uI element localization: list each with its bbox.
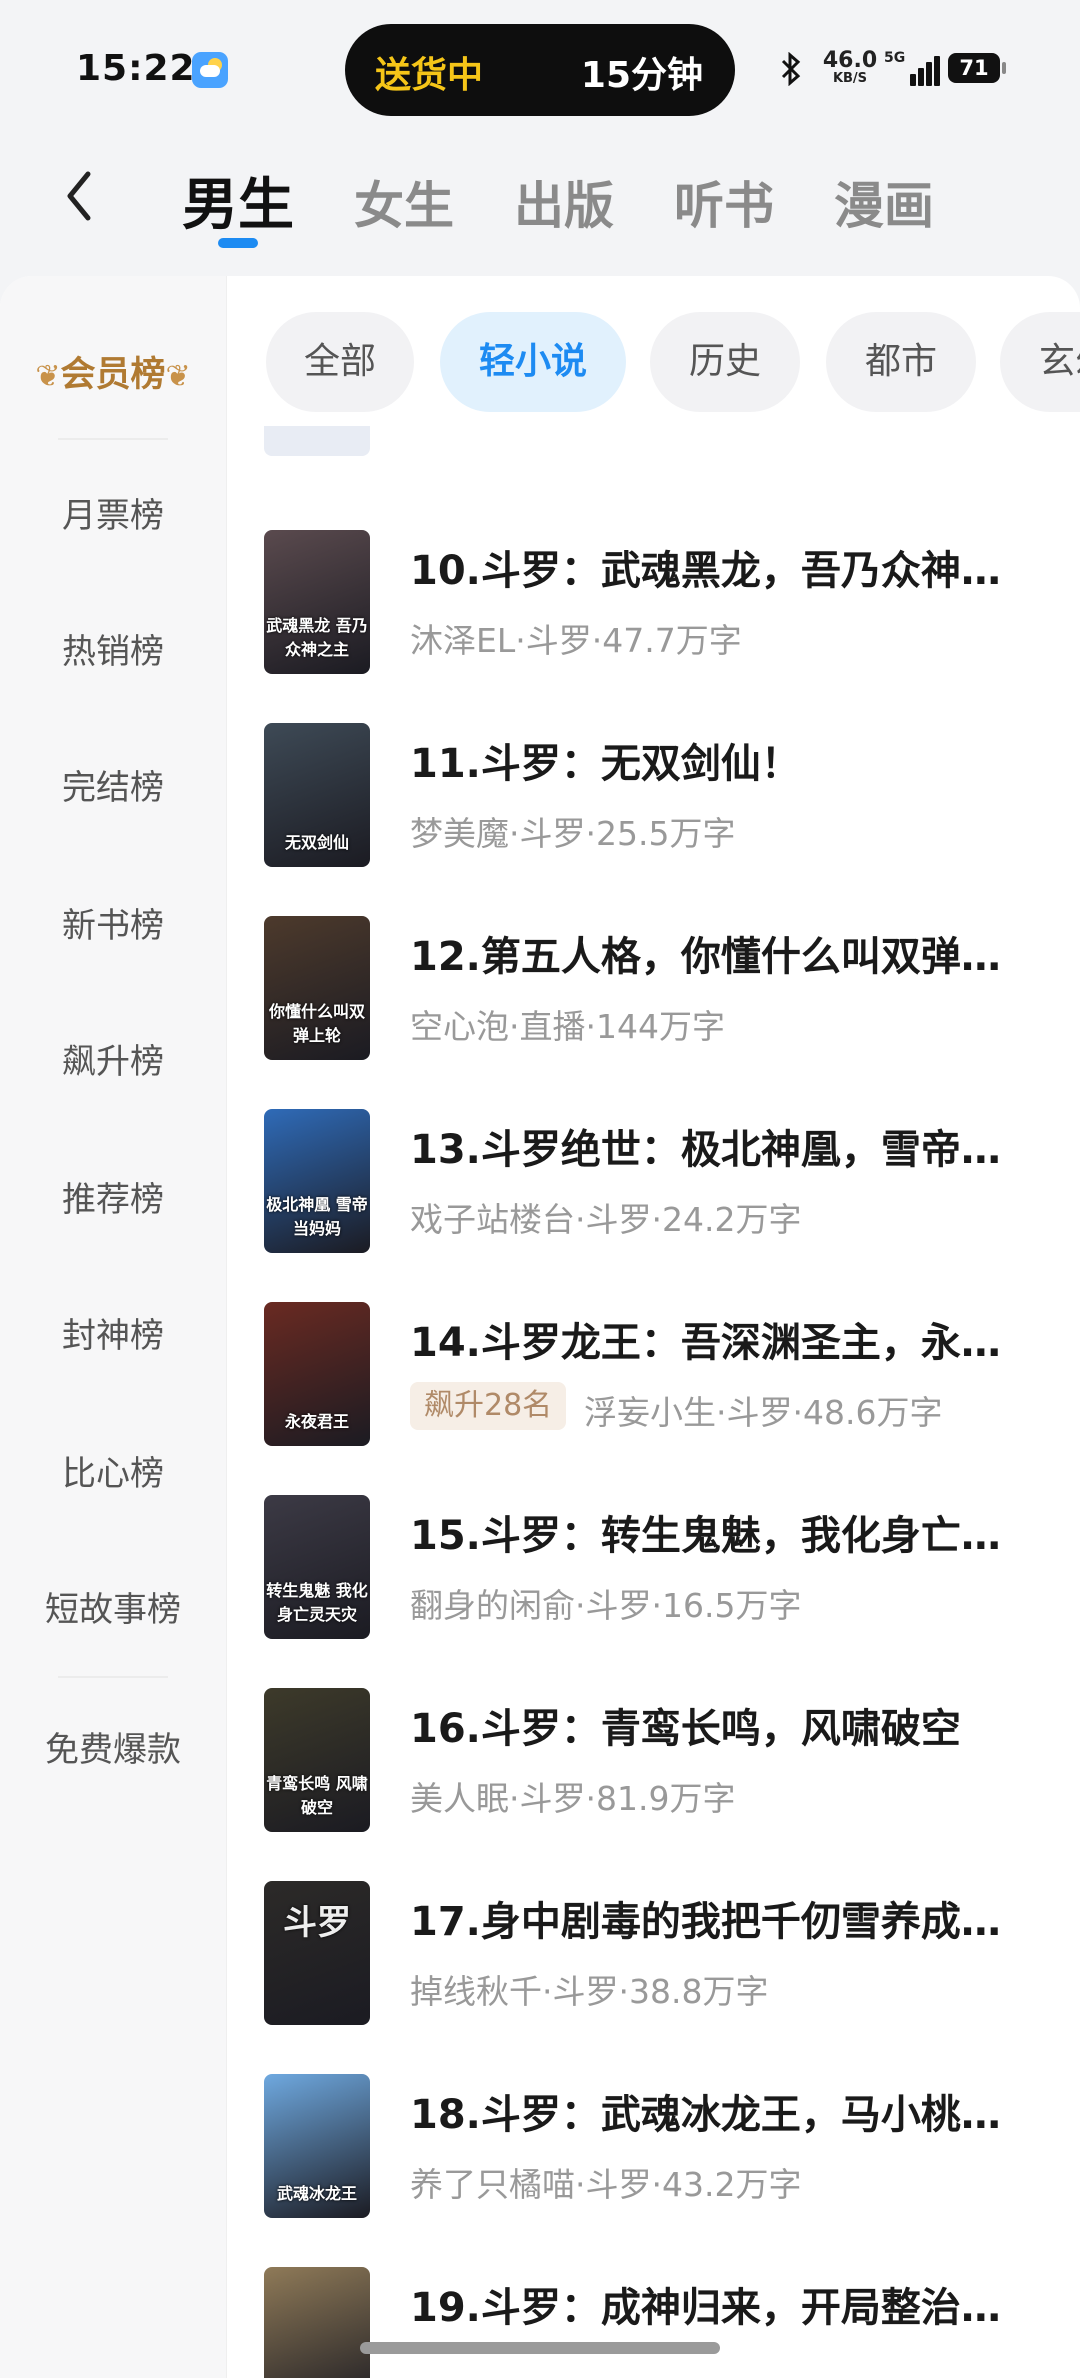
sidebar-item-bestseller[interactable]: 热销榜 — [0, 624, 226, 673]
book-title: 13.斗罗绝世：极北神凰，雪帝当妈妈 — [410, 1127, 1040, 1173]
book-title: 19.斗罗：成神归来，开局整治朱竹清 — [410, 2285, 1040, 2331]
book-list-item[interactable]: 19.斗罗：成神归来，开局整治朱竹清 — [262, 2267, 1052, 2378]
cover-title: 转生鬼魅 我化身亡灵天灾 — [266, 1581, 368, 1624]
book-cover — [264, 2267, 370, 2378]
rank-change-badge: 飙升28名 — [410, 1382, 567, 1430]
book-list-item[interactable]: 永夜君王 14.斗罗龙王：吾深渊圣主，永夜君王 飙升28名 浮妄小生·斗罗·48… — [262, 1302, 1052, 1452]
tab-female[interactable]: 女生 — [354, 160, 454, 240]
network-speed: 46.0 KB/S — [822, 48, 878, 86]
book-title: 17.身中剧毒的我把千仞雪养成病娇 — [410, 1899, 1040, 1945]
sidebar-item-rising[interactable]: 飙升榜 — [0, 1034, 226, 1083]
book-title: 16.斗罗：青鸾长鸣，风啸破空 — [410, 1706, 961, 1752]
book-cover: 武魂黑龙 吾乃众神之主 — [264, 530, 370, 674]
top-navigation: 男生 女生 出版 听书 漫画 — [0, 150, 1080, 260]
sidebar-item-recommended[interactable]: 推荐榜 — [0, 1172, 226, 1221]
book-meta: 戏子站楼台·斗罗·24.2万字 — [410, 1200, 802, 1239]
chip-light-novel[interactable]: 轻小说 — [440, 312, 626, 412]
book-meta: 养了只橘喵·斗罗·43.2万字 — [410, 2165, 802, 2204]
bluetooth-icon — [780, 51, 802, 95]
book-list-item[interactable]: 青鸾长鸣 风啸破空 16.斗罗：青鸾长鸣，风啸破空 美人眠·斗罗·81.9万字 — [262, 1688, 1052, 1838]
book-cover: 无双剑仙 — [264, 723, 370, 867]
tab-male[interactable]: 男生 — [182, 160, 294, 248]
book-title: 18.斗罗：武魂冰龙王，马小桃变成了我 — [410, 2092, 1040, 2138]
book-title: 15.斗罗：转生鬼魅，我化身亡灵天灾 — [410, 1513, 1040, 1559]
signal-bars-icon — [896, 54, 940, 86]
sidebar-item-free-hits[interactable]: 免费爆款 — [0, 1722, 226, 1771]
dynamic-island-delivery[interactable]: 送货中 15分钟 — [345, 24, 735, 116]
book-cover: 青鸾长鸣 风啸破空 — [264, 1688, 370, 1832]
book-meta: 空心泡·直播·144万字 — [410, 1007, 725, 1046]
sidebar-item-heart[interactable]: 比心榜 — [0, 1446, 226, 1495]
book-cover: 转生鬼魅 我化身亡灵天灾 — [264, 1495, 370, 1639]
book-title: 14.斗罗龙王：吾深渊圣主，永夜君王 — [410, 1320, 1040, 1366]
chip-fantasy[interactable]: 玄幻 — [1000, 312, 1080, 412]
book-list-item[interactable]: 武魂黑龙 吾乃众神之主 10.斗罗：武魂黑龙，吾乃众神之主 沐泽EL·斗罗·47… — [262, 530, 1052, 680]
sidebar-divider — [58, 1676, 168, 1678]
book-list-item[interactable]: 武魂冰龙王 18.斗罗：武魂冰龙王，马小桃变成了我 养了只橘喵·斗罗·43.2万… — [262, 2074, 1052, 2224]
home-indicator[interactable] — [360, 2342, 720, 2354]
status-bar: 15:22 送货中 15分钟 46.0 KB/S 5G 71 — [0, 0, 1080, 130]
book-title: 11.斗罗：无双剑仙！ — [410, 741, 801, 787]
book-cover: 你懂什么叫双弹上轮 — [264, 916, 370, 1060]
sidebar-item-short-story[interactable]: 短故事榜 — [0, 1582, 226, 1631]
ranking-panel: ❦会员榜❦ 月票榜 热销榜 完结榜 新书榜 飙升榜 推荐榜 封神榜 比心榜 短故… — [0, 276, 1080, 2378]
chip-all[interactable]: 全部 — [266, 312, 414, 412]
book-meta: 浮妄小生·斗罗·48.6万字 — [584, 1393, 943, 1432]
weather-app-icon — [192, 52, 228, 88]
cover-title: 武魂黑龙 吾乃众神之主 — [266, 616, 368, 659]
cover-title: 你懂什么叫双弹上轮 — [268, 1002, 365, 1045]
cover-title: 永夜君王 — [284, 1412, 349, 1431]
cover-title: 无双剑仙 — [284, 833, 349, 852]
clock: 15:22 — [76, 48, 196, 89]
chevron-left-icon — [67, 171, 91, 221]
book-list-item[interactable]: 转生鬼魅 我化身亡灵天灾 15.斗罗：转生鬼魅，我化身亡灵天灾 翻身的闲俞·斗罗… — [262, 1495, 1052, 1645]
genre-filter-bar: 全部 轻小说 历史 都市 玄幻 — [264, 312, 1080, 412]
cover-title: 青鸾长鸣 风啸破空 — [266, 1774, 368, 1817]
battery-icon: 71 — [948, 53, 1006, 83]
book-cover: 武魂冰龙王 — [264, 2074, 370, 2218]
book-list-item[interactable]: 你懂什么叫双弹上轮 12.第五人格，你懂什么叫双弹上轮吗 空心泡·直播·144万… — [262, 916, 1052, 1066]
laurel-right-icon: ❦ — [165, 359, 191, 394]
laurel-left-icon: ❦ — [35, 359, 61, 394]
sidebar-item-monthly-ticket[interactable]: 月票榜 — [0, 488, 226, 537]
sidebar-item-completed[interactable]: 完结榜 — [0, 760, 226, 809]
sidebar-divider — [58, 438, 168, 440]
book-meta: 掉线秋千·斗罗·38.8万字 — [410, 1972, 769, 2011]
cover-title: 极北神凰 雪帝当妈妈 — [266, 1195, 368, 1238]
book-cover: 极北神凰 雪帝当妈妈 — [264, 1109, 370, 1253]
ranking-sidebar: ❦会员榜❦ 月票榜 热销榜 完结榜 新书榜 飙升榜 推荐榜 封神榜 比心榜 短故… — [0, 276, 226, 2378]
category-tabs: 男生 女生 出版 听书 漫画 — [182, 160, 994, 248]
delivery-status: 送货中 — [375, 55, 484, 96]
delivery-eta: 15分钟 — [580, 55, 703, 96]
tab-comic[interactable]: 漫画 — [834, 160, 934, 240]
tab-audiobook[interactable]: 听书 — [674, 160, 774, 240]
sidebar-separator — [226, 276, 227, 2378]
book-list-item[interactable]: 无双剑仙 11.斗罗：无双剑仙！ 梦美魔·斗罗·25.5万字 — [262, 723, 1052, 873]
sidebar-item-new-books[interactable]: 新书榜 — [0, 898, 226, 947]
cover-title: 斗罗 — [283, 1903, 351, 1943]
cover-title: 武魂冰龙王 — [276, 2184, 357, 2203]
chip-history[interactable]: 历史 — [650, 312, 800, 412]
book-title: 12.第五人格，你懂什么叫双弹上轮吗 — [410, 934, 1040, 980]
book-meta: 沐泽EL·斗罗·47.7万字 — [410, 621, 742, 660]
book-meta: 翻身的闲俞·斗罗·16.5万字 — [410, 1586, 802, 1625]
book-meta: 梦美魔·斗罗·25.5万字 — [410, 814, 736, 853]
tab-publish[interactable]: 出版 — [514, 160, 614, 240]
book-meta: 美人眠·斗罗·81.9万字 — [410, 1779, 736, 1818]
list-item-partial[interactable] — [262, 426, 1052, 456]
book-cover: 永夜君王 — [264, 1302, 370, 1446]
book-cover — [264, 426, 370, 456]
book-cover: 斗罗 — [264, 1881, 370, 2025]
sidebar-item-hall-of-fame[interactable]: 封神榜 — [0, 1308, 226, 1357]
chip-urban[interactable]: 都市 — [826, 312, 976, 412]
book-title: 10.斗罗：武魂黑龙，吾乃众神之主 — [410, 548, 1040, 594]
back-button[interactable] — [62, 168, 122, 238]
sidebar-item-member[interactable]: ❦会员榜❦ — [0, 346, 226, 397]
book-list-item[interactable]: 斗罗 17.身中剧毒的我把千仞雪养成病娇 掉线秋千·斗罗·38.8万字 — [262, 1881, 1052, 2031]
book-list-item[interactable]: 极北神凰 雪帝当妈妈 13.斗罗绝世：极北神凰，雪帝当妈妈 戏子站楼台·斗罗·2… — [262, 1109, 1052, 1259]
